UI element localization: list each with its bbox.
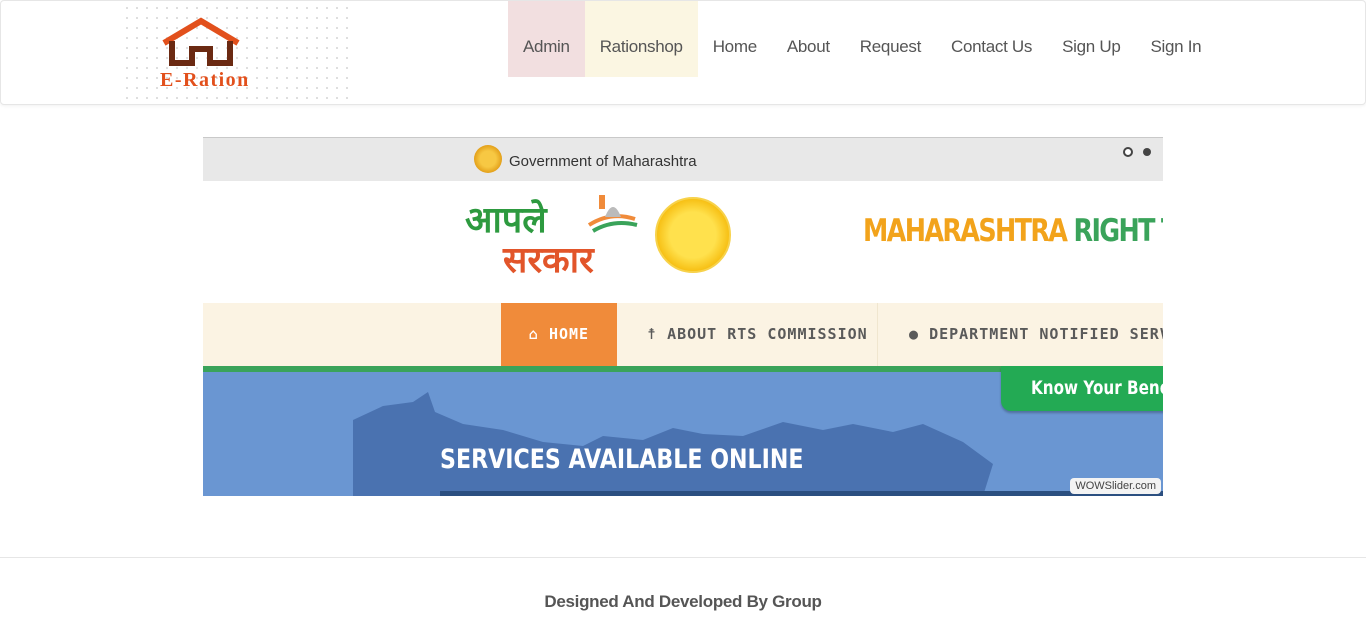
dome-building-icon [587, 195, 638, 233]
site-header: E-Ration Admin Rationshop Home About Req… [0, 0, 1366, 105]
benefit-label: Know Your Benefit [1031, 377, 1163, 399]
wowslider-watermark[interactable]: WOWSlider.com [1070, 478, 1161, 494]
nav-sign-in[interactable]: Sign In [1136, 1, 1217, 77]
slide-menu-home: ⌂ HOME [501, 303, 617, 366]
nav-contact-us[interactable]: Contact Us [936, 1, 1047, 77]
nav-sign-up[interactable]: Sign Up [1047, 1, 1135, 77]
nav-home[interactable]: Home [698, 1, 772, 77]
slide-menu-dept: ● DEPARTMENT NOTIFIED SERVICES [909, 303, 1163, 366]
e-ration-logo[interactable]: E-Ration [122, 3, 352, 103]
menu-divider [877, 303, 878, 366]
slide-menu-dept-label: DEPARTMENT NOTIFIED SERVICES [929, 325, 1163, 343]
home-icon: ⌂ [528, 325, 539, 343]
image-slider[interactable]: Government of Maharashtra आपले सरकार MAH… [203, 137, 1163, 496]
slider-dot-2[interactable] [1143, 148, 1151, 156]
caption-strip [440, 491, 1163, 496]
user-icon: ● [909, 325, 920, 343]
services-heading: SERVICES AVAILABLE ONLINE [440, 444, 804, 475]
slide-menu-about-label: ABOUT RTS COMMISSION [667, 325, 868, 343]
rts-title-right-to: RIGHT TO [1073, 213, 1163, 249]
slider-dots [1123, 147, 1151, 157]
government-text: Government of Maharashtra [509, 153, 697, 170]
nav-rationshop[interactable]: Rationshop [584, 1, 698, 77]
house-logo-icon [162, 17, 240, 66]
slider-dot-1[interactable] [1123, 147, 1133, 157]
slide-menu-about: ☨ ABOUT RTS COMMISSION [647, 303, 868, 366]
footer-credit: Designed And Developed By Group [544, 592, 822, 611]
footer-divider [0, 557, 1366, 558]
slide-topbar: Government of Maharashtra [203, 137, 1163, 182]
rts-emblem-icon [655, 197, 731, 273]
rts-title: MAHARASHTRA RIGHT TO [863, 213, 1163, 249]
nav-admin[interactable]: Admin [508, 1, 585, 77]
nav-request[interactable]: Request [845, 1, 936, 77]
slide-menu-band: ⌂ HOME ☨ ABOUT RTS COMMISSION ● DEPARTME… [203, 303, 1163, 366]
logo-text: E-Ration [160, 69, 250, 91]
main-nav: Admin Rationshop Home About Request Cont… [508, 1, 1216, 77]
rts-title-maharashtra: MAHARASHTRA [863, 213, 1068, 249]
marathi-line-1: आपले [465, 200, 547, 241]
government-emblem-icon [474, 145, 502, 173]
know-your-benefit-tab: Know Your Benefit [1001, 366, 1163, 411]
slide-brand-area: आपले सरकार MAHARASHTRA RIGHT TO [203, 181, 1163, 303]
person-icon: ☨ [647, 325, 658, 343]
nav-about[interactable]: About [772, 1, 845, 77]
marathi-line-2: सरकार [503, 240, 594, 281]
slide-menu-home-label: HOME [548, 325, 590, 343]
aaple-sarkar-logo: आपले सरकार [465, 201, 594, 281]
